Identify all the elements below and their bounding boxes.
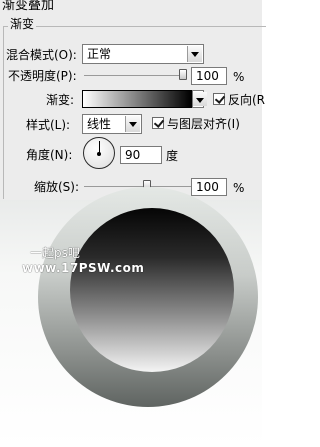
opacity-label: 不透明度(P): [8,69,77,83]
style-value: 线性 [87,117,112,131]
blend-mode-select[interactable]: 正常 [82,44,204,64]
align-with-layer-checkbox[interactable] [152,117,164,129]
reverse-checkbox[interactable] [213,93,225,105]
style-select[interactable]: 线性 [82,114,142,134]
angle-unit: 度 [166,149,179,163]
panel-title: 渐变叠加 [2,0,55,13]
align-with-layer-label: 与图层对齐(I) [167,117,240,131]
scale-input[interactable]: 100 [191,178,227,196]
gradient-picker[interactable] [82,90,192,108]
watermark-text: 一起ps吧 [30,246,80,260]
watermark-url: www.17PSW.com [22,261,145,275]
angle-label: 角度(N): [26,148,73,162]
opacity-slider-thumb[interactable] [179,69,187,80]
gradient-overlay-panel: 渐变叠加 渐变 混合模式(O): 正常 不透明度(P): 100 % 渐变: 反… [0,0,266,200]
chevron-down-icon[interactable] [187,46,202,62]
opacity-input[interactable]: 100 [191,67,227,85]
blend-mode-label: 混合模式(O): [6,48,77,62]
gradient-dropdown[interactable] [192,90,207,108]
scale-label: 缩放(S): [34,180,80,194]
style-label: 样式(L): [26,118,71,132]
group-legend: 渐变 [8,17,37,31]
chevron-down-icon[interactable] [193,92,207,106]
inner-disc [70,208,234,372]
chevron-down-icon[interactable] [125,116,140,132]
scale-unit: % [233,181,245,195]
angle-dial[interactable] [83,137,115,169]
reverse-label: 反向(R [228,93,266,107]
opacity-unit: % [233,70,245,84]
blend-mode-value: 正常 [87,47,112,61]
gradient-label: 渐变: [46,93,75,107]
angle-center-dot [97,152,101,156]
angle-input[interactable]: 90 [120,146,162,164]
opacity-slider-track[interactable] [84,75,186,76]
